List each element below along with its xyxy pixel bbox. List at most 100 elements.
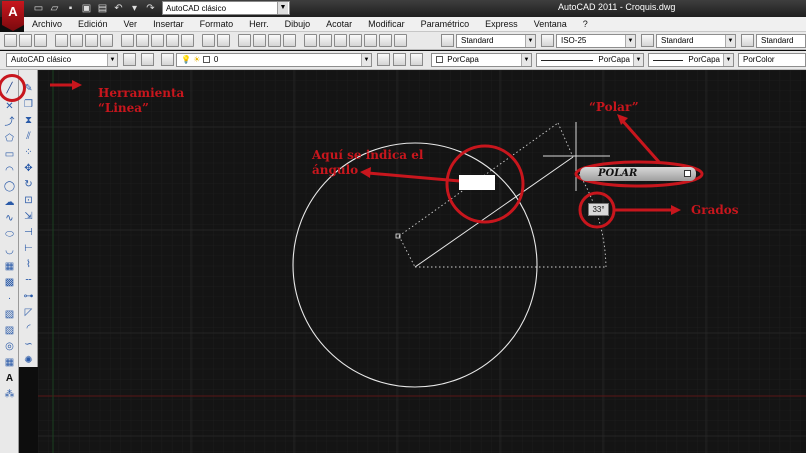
menu-archivo[interactable]: Archivo [24,19,70,29]
menu-modificar[interactable]: Modificar [360,19,413,29]
layer-properties-icon[interactable] [161,53,174,66]
menu-formato[interactable]: Formato [192,19,242,29]
menu-dibujo[interactable]: Dibujo [277,19,319,29]
new-file-icon[interactable]: ▭ [32,2,45,15]
add-selected-icon[interactable]: ⁂ [3,388,16,401]
ellipse-icon[interactable]: ⬭ [3,228,16,241]
blend-curves-icon[interactable]: ∽ [22,338,35,351]
fillet-icon[interactable]: ◜ [22,322,35,335]
color-select[interactable]: PorCapa ▼ [431,53,532,67]
table-style-icon[interactable] [641,34,654,47]
menu-insertar[interactable]: Insertar [145,19,192,29]
rotate-icon[interactable]: ↻ [22,178,35,191]
lineweight-select[interactable]: PorCapa ▼ [648,53,734,67]
region-icon[interactable]: ◎ [3,340,16,353]
table-style-select[interactable]: Standard ▼ [656,34,736,48]
chevron-down-icon[interactable]: ▼ [723,54,733,66]
table-icon[interactable]: ▦ [3,356,16,369]
dim-style-select[interactable]: ISO-25 ▼ [556,34,636,48]
properties-icon[interactable] [304,34,317,47]
plot-icon[interactable] [55,34,68,47]
chevron-down-icon[interactable]: ▼ [725,35,735,47]
construction-line-icon[interactable]: ✕ [3,100,16,113]
chevron-down-icon[interactable]: ▼ [625,35,635,47]
offset-icon[interactable]: ⫽ [22,130,35,143]
sheet-set-icon[interactable] [349,34,362,47]
save-icon[interactable]: ▪ [64,2,77,15]
mirror-icon[interactable]: ⧗ [22,114,35,127]
stretch-icon[interactable]: ⇲ [22,210,35,223]
copy-icon[interactable] [136,34,149,47]
point-icon[interactable]: · [3,292,16,305]
pan-icon[interactable] [238,34,251,47]
multileader-style-select[interactable]: Standard [756,34,806,48]
menu-edicion[interactable]: Edición [70,19,116,29]
menu-express[interactable]: Express [477,19,526,29]
layer-icon[interactable] [141,53,154,66]
menu-parametrico[interactable]: Paramétrico [413,19,478,29]
help-icon[interactable] [394,34,407,47]
trim-icon[interactable]: ⊣ [22,226,35,239]
redo-icon[interactable]: ↷ [144,2,157,15]
copy-object-icon[interactable]: ❐ [22,98,35,111]
workspace-settings-icon[interactable] [123,53,136,66]
explode-icon[interactable]: ✺ [22,354,35,367]
undo-dropdown-icon[interactable]: ▾ [128,2,141,15]
move-icon[interactable]: ✥ [22,162,35,175]
revision-cloud-icon[interactable]: ☁ [3,196,16,209]
block-editor-icon[interactable] [181,34,194,47]
tool-palettes-icon[interactable] [334,34,347,47]
array-icon[interactable]: ⁘ [22,146,35,159]
polyline-icon[interactable]: ⤴ [3,116,16,129]
cut-icon[interactable] [121,34,134,47]
chevron-down-icon[interactable]: ▼ [521,54,531,66]
menu-acotar[interactable]: Acotar [318,19,360,29]
workspace-selector[interactable]: AutoCAD clásico ▼ [162,1,290,15]
quickcalc-icon[interactable] [379,34,392,47]
plotstyle-select[interactable]: PorColor [738,53,806,67]
scale-icon[interactable]: ⊡ [22,194,35,207]
break-icon[interactable]: ╌ [22,274,35,287]
menu-ver[interactable]: Ver [116,19,146,29]
publish-icon[interactable] [85,34,98,47]
chevron-down-icon[interactable]: ▼ [277,2,288,14]
hatch-icon[interactable]: ▧ [3,308,16,321]
chevron-down-icon[interactable]: ▼ [361,54,371,66]
paste-icon[interactable] [151,34,164,47]
layer-states-icon[interactable] [410,53,423,66]
menu-help[interactable]: ? [575,19,596,29]
drawing-canvas[interactable] [38,70,806,453]
new-icon[interactable] [4,34,17,47]
chamfer-icon[interactable]: ◸ [22,306,35,319]
spline-icon[interactable]: ∿ [3,212,16,225]
text-style-icon[interactable] [441,34,454,47]
circle-icon[interactable]: ◯ [3,180,16,193]
zoom-realtime-icon[interactable] [253,34,266,47]
layer-select[interactable]: 💡 ☀ 0 ▼ [176,53,372,67]
3d-dwf-icon[interactable] [100,34,113,47]
design-center-icon[interactable] [319,34,332,47]
menu-herr[interactable]: Herr. [241,19,277,29]
polar-badge-toggle[interactable] [684,170,691,177]
dynamic-input-box[interactable] [459,175,495,190]
undo-icon[interactable]: ↶ [112,2,125,15]
polar-status-badge[interactable]: POLAR [580,167,696,181]
arc-icon[interactable]: ◠ [3,164,16,177]
autocad-logo-icon[interactable]: A [2,1,24,31]
save-icon[interactable] [34,34,47,47]
break-at-point-icon[interactable]: ⌇ [22,258,35,271]
preview-icon[interactable] [70,34,83,47]
polygon-icon[interactable]: ⬠ [3,132,16,145]
gradient-icon[interactable]: ▨ [3,324,16,337]
save-as-icon[interactable]: ▣ [80,2,93,15]
open-file-icon[interactable]: ▱ [48,2,61,15]
dim-style-icon[interactable] [541,34,554,47]
insert-block-icon[interactable]: ▦ [3,260,16,273]
chevron-down-icon[interactable]: ▼ [107,54,117,66]
redo-icon[interactable] [217,34,230,47]
menu-ventana[interactable]: Ventana [526,19,575,29]
multiline-text-icon[interactable]: A [3,372,16,385]
markup-icon[interactable] [364,34,377,47]
join-icon[interactable]: ⊶ [22,290,35,303]
extend-icon[interactable]: ⊢ [22,242,35,255]
